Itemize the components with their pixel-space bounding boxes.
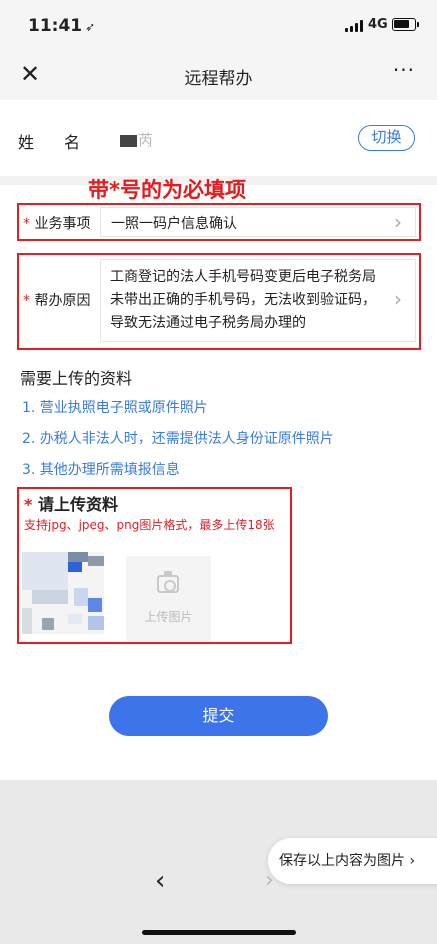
reason-value-box[interactable]: 工商登记的法人手机号码变更后电子税务局未带出正确的手机号码，无法收到验证码，导致… — [100, 259, 416, 342]
name-row: 姓名 芮 切换 — [0, 100, 437, 176]
add-photo-button[interactable]: 上传图片 — [126, 556, 211, 641]
status-bar: 11:41 ➶ 4G — [0, 0, 437, 50]
form-content: 姓名 芮 切换 带*号的为必填项 * 业务事项 一照一码户信息确认 › * 帮办… — [0, 100, 437, 780]
home-indicator — [142, 930, 296, 935]
business-value-box[interactable]: 一照一码户信息确认 › — [100, 207, 416, 237]
materials-title: 需要上传的资料 — [20, 369, 133, 388]
submit-button[interactable]: 提交 — [109, 696, 328, 736]
materials-item: 1. 营业执照电子照或原件照片 — [22, 400, 208, 416]
location-arrow-icon: ➶ — [85, 20, 96, 34]
business-field[interactable]: * 业务事项 一照一码户信息确认 › — [0, 203, 437, 241]
reason-field[interactable]: * 帮办原因 工商登记的法人手机号码变更后电子税务局未带出正确的手机号码，无法收… — [0, 253, 437, 350]
chevron-right-icon: › — [394, 287, 402, 311]
redaction-mark — [120, 134, 137, 147]
business-label: * 业务事项 — [23, 216, 91, 232]
back-icon[interactable]: ‹ — [155, 866, 165, 896]
battery-icon — [392, 18, 419, 31]
reason-value: 工商登记的法人手机号码变更后电子税务局未带出正确的手机号码，无法收到验证码，导致… — [110, 269, 376, 331]
save-as-image-button[interactable]: 保存以上内容为图片 › — [268, 838, 437, 884]
page-title: 远程帮办 — [184, 69, 253, 89]
business-value: 一照一码户信息确认 — [111, 216, 237, 232]
materials-list: 1. 营业执照电子照或原件照片 2. 办税人非法人时，还需提供法人身份证原件照片… — [22, 397, 334, 490]
uploaded-image-thumbnail[interactable] — [22, 552, 104, 634]
camera-icon — [157, 571, 179, 593]
upload-hint: 支持jpg、jpeg、png图片格式，最多上传18张 — [24, 518, 275, 532]
add-photo-label: 上传图片 — [144, 610, 193, 624]
name-value: 芮 — [120, 129, 153, 150]
more-icon[interactable]: ··· — [393, 58, 415, 82]
status-time: 11:41 ➶ — [28, 16, 96, 36]
signal-icon — [345, 20, 365, 32]
materials-item: 2. 办税人非法人时，还需提供法人身份证原件照片 — [22, 431, 334, 447]
materials-item: 3. 其他办理所需填报信息 — [22, 462, 180, 478]
network-type: 4G — [368, 17, 388, 32]
switch-button[interactable]: 切换 — [358, 125, 415, 151]
name-label: 姓名 — [18, 133, 111, 152]
reason-label: * 帮办原因 — [23, 293, 91, 309]
chevron-right-icon: › — [394, 210, 402, 234]
upload-title: * 请上传资料 — [24, 495, 118, 514]
nav-bar: ✕ 远程帮办 ··· — [0, 50, 437, 100]
annotation-note: 带*号的为必填项 — [88, 178, 246, 202]
